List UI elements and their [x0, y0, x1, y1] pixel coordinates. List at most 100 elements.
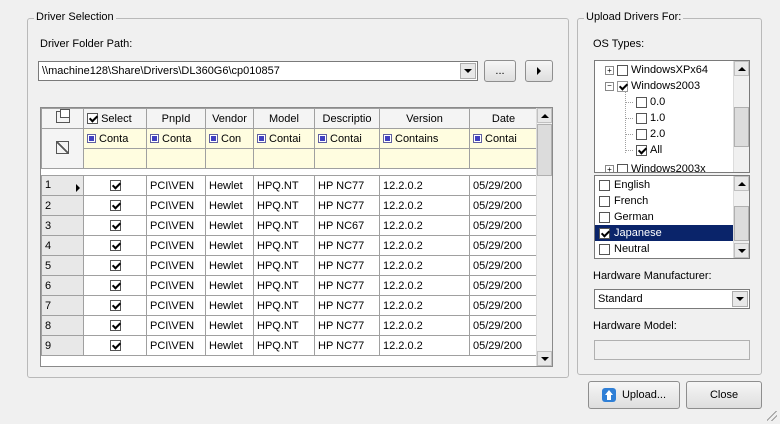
column-header-model[interactable]: Model: [253, 108, 315, 129]
cell-pnpid[interactable]: PCI\VEN: [146, 175, 206, 196]
cell-date[interactable]: 05/29/200: [469, 235, 538, 256]
tree-node-win2003[interactable]: − Windows2003: [605, 80, 700, 92]
cell-date[interactable]: 05/29/200: [469, 175, 538, 196]
select-cell[interactable]: [83, 235, 147, 256]
cell-vendor[interactable]: Hewlet: [205, 295, 254, 316]
tree-node-winxp64[interactable]: + WindowsXPx64: [605, 64, 708, 76]
row-header[interactable]: 9: [41, 335, 84, 356]
cell-version[interactable]: 12.2.0.2: [379, 255, 470, 276]
go-button[interactable]: [525, 60, 553, 82]
os-checkbox[interactable]: [636, 96, 647, 108]
row-select-checkbox[interactable]: [109, 260, 121, 272]
cell-model[interactable]: HPQ.NT: [253, 295, 315, 316]
cell-model[interactable]: HPQ.NT: [253, 235, 315, 256]
row-select-checkbox[interactable]: [109, 340, 121, 352]
collapse-minus-icon[interactable]: −: [605, 81, 614, 91]
row-select-checkbox[interactable]: [109, 220, 121, 232]
scroll-down-button[interactable]: [734, 243, 749, 258]
driver-folder-combo[interactable]: \\machine128\Share\Drivers\DL360G6\cp010…: [38, 61, 478, 81]
filter-operator-icon[interactable]: [383, 134, 392, 144]
os-checkbox[interactable]: [636, 128, 647, 140]
cell-date[interactable]: 05/29/200: [469, 195, 538, 216]
filter-input[interactable]: [205, 148, 254, 169]
filter-cell[interactable]: Conta: [146, 128, 206, 149]
table-row[interactable]: 5 PCI\VEN Hewlet HPQ.NT HP NC77 12.2.0.2 05/29…: [41, 255, 538, 276]
close-button[interactable]: Close: [686, 381, 762, 409]
cell-vendor[interactable]: Hewlet: [205, 275, 254, 296]
tree-node-next[interactable]: + Windows2003x: [605, 163, 706, 172]
language-item[interactable]: Japanese: [595, 225, 733, 241]
chevron-down-icon[interactable]: [732, 291, 748, 307]
expand-plus-icon[interactable]: +: [605, 164, 614, 172]
cell-version[interactable]: 12.2.0.2: [379, 175, 470, 196]
grid-scrollbar[interactable]: [536, 108, 552, 366]
row-header[interactable]: 2: [41, 195, 84, 216]
filter-input[interactable]: [83, 148, 147, 169]
select-cell[interactable]: [83, 335, 147, 356]
cell-vendor[interactable]: Hewlet: [205, 195, 254, 216]
cell-vendor[interactable]: Hewlet: [205, 335, 254, 356]
row-header[interactable]: 6: [41, 275, 84, 296]
select-cell[interactable]: [83, 295, 147, 316]
language-checkbox[interactable]: [599, 227, 610, 239]
os-checkbox[interactable]: [636, 112, 647, 124]
upload-button[interactable]: Upload...: [588, 381, 680, 409]
select-cell[interactable]: [83, 195, 147, 216]
tree-node-child[interactable]: 0.0: [625, 96, 665, 108]
filter-cell[interactable]: Contai: [314, 128, 380, 149]
filter-operator-icon[interactable]: [87, 134, 96, 144]
cell-vendor[interactable]: Hewlet: [205, 255, 254, 276]
row-header[interactable]: 7: [41, 295, 84, 316]
cell-date[interactable]: 05/29/200: [469, 315, 538, 336]
resize-grip-icon[interactable]: [767, 411, 777, 421]
cell-vendor[interactable]: Hewlet: [205, 215, 254, 236]
clear-filter-icon[interactable]: [56, 140, 69, 154]
row-select-checkbox[interactable]: [109, 320, 121, 332]
cell-pnpid[interactable]: PCI\VEN: [146, 215, 206, 236]
tree-node-child[interactable]: 1.0: [625, 112, 665, 124]
filter-operator-icon[interactable]: [257, 134, 266, 144]
scroll-up-button[interactable]: [734, 61, 749, 76]
hardware-manufacturer-select[interactable]: Standard: [594, 289, 750, 309]
language-item[interactable]: English: [595, 177, 733, 193]
cell-model[interactable]: HPQ.NT: [253, 175, 315, 196]
cell-date[interactable]: 05/29/200: [469, 335, 538, 356]
cell-pnpid[interactable]: PCI\VEN: [146, 275, 206, 296]
filter-input[interactable]: [469, 148, 538, 169]
cell-model[interactable]: HPQ.NT: [253, 255, 315, 276]
column-header-date[interactable]: Date: [469, 108, 538, 129]
scroll-up-button[interactable]: [734, 176, 749, 191]
language-checkbox[interactable]: [599, 211, 610, 223]
row-header[interactable]: 8: [41, 315, 84, 336]
browse-button[interactable]: ...: [484, 60, 516, 82]
select-cell[interactable]: [83, 275, 147, 296]
row-header[interactable]: 5: [41, 255, 84, 276]
hardware-model-input[interactable]: [594, 340, 750, 360]
os-checkbox[interactable]: [617, 163, 628, 172]
cell-description[interactable]: HP NC77: [314, 255, 380, 276]
table-row[interactable]: 9 PCI\VEN Hewlet HPQ.NT HP NC77 12.2.0.2 05/29…: [41, 335, 538, 356]
cell-version[interactable]: 12.2.0.2: [379, 215, 470, 236]
os-checkbox[interactable]: [636, 144, 647, 156]
table-row[interactable]: 6 PCI\VEN Hewlet HPQ.NT HP NC77 12.2.0.2 05/29…: [41, 275, 538, 296]
table-row[interactable]: 4 PCI\VEN Hewlet HPQ.NT HP NC77 12.2.0.2 05/29…: [41, 235, 538, 256]
filter-operator-icon[interactable]: [209, 134, 218, 144]
cell-pnpid[interactable]: PCI\VEN: [146, 335, 206, 356]
cell-pnpid[interactable]: PCI\VEN: [146, 315, 206, 336]
select-cell[interactable]: [83, 175, 147, 196]
cell-vendor[interactable]: Hewlet: [205, 175, 254, 196]
cell-version[interactable]: 12.2.0.2: [379, 275, 470, 296]
cell-pnpid[interactable]: PCI\VEN: [146, 195, 206, 216]
cell-date[interactable]: 05/29/200: [469, 215, 538, 236]
cell-version[interactable]: 12.2.0.2: [379, 335, 470, 356]
row-select-checkbox[interactable]: [109, 200, 121, 212]
filter-input[interactable]: [379, 148, 470, 169]
scroll-up-button[interactable]: [537, 108, 552, 123]
select-cell[interactable]: [83, 315, 147, 336]
expand-plus-icon[interactable]: +: [605, 65, 614, 75]
cell-pnpid[interactable]: PCI\VEN: [146, 235, 206, 256]
cell-version[interactable]: 12.2.0.2: [379, 315, 470, 336]
os-checkbox[interactable]: [617, 64, 628, 76]
cell-date[interactable]: 05/29/200: [469, 295, 538, 316]
cell-description[interactable]: HP NC77: [314, 295, 380, 316]
